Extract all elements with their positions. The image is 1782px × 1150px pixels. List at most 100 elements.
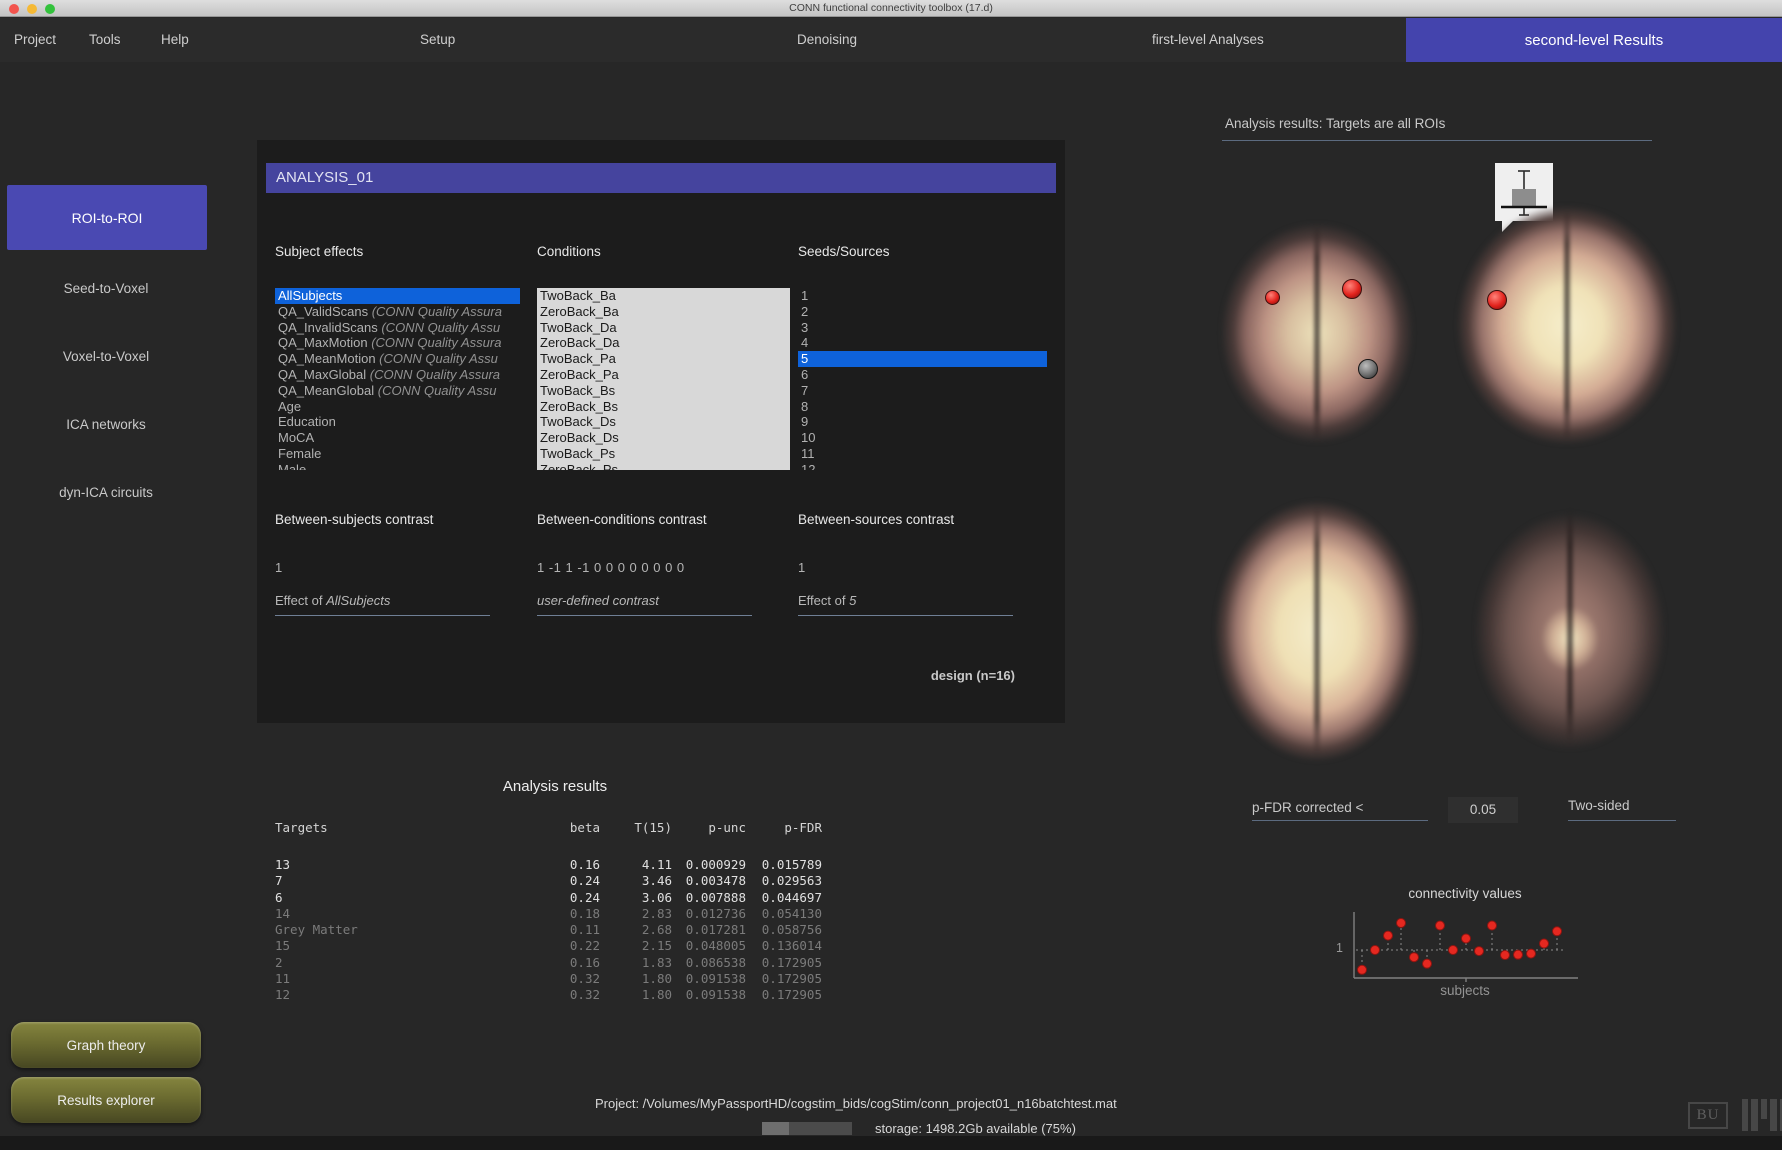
- list-item-source[interactable]: 2: [798, 304, 1047, 320]
- list-item-condition[interactable]: ZeroBack_Ps: [537, 462, 790, 470]
- subjects-contrast-selector[interactable]: Effect of AllSubjects: [275, 593, 490, 616]
- sidebar-item-seed-to-voxel[interactable]: Seed-to-Voxel: [0, 281, 212, 296]
- list-item-subject-effect[interactable]: QA_MeanGlobal (CONN Quality Assu: [275, 383, 520, 399]
- sidebar-item-roi-to-roi[interactable]: ROI-to-ROI: [7, 185, 207, 250]
- cell-p-unc: 0.003478: [672, 873, 746, 889]
- table-row[interactable]: 150.222.150.0480050.136014: [275, 938, 835, 954]
- tab-denoising[interactable]: Denoising: [797, 32, 857, 47]
- list-item-subject-effect[interactable]: Male: [275, 462, 520, 470]
- menu-project[interactable]: Project: [14, 32, 56, 47]
- between-sources-contrast-value[interactable]: 1: [798, 560, 806, 575]
- table-row[interactable]: 120.321.800.0915380.172905: [275, 987, 835, 1003]
- col-targets: Targets: [275, 820, 560, 835]
- data-point: [1358, 965, 1367, 974]
- table-row[interactable]: 110.321.800.0915380.172905: [275, 971, 835, 987]
- table-row[interactable]: 70.243.460.0034780.029563: [275, 873, 835, 889]
- cell-p-fdr: 0.029563: [746, 873, 822, 889]
- list-item-condition[interactable]: TwoBack_Ds: [537, 414, 790, 430]
- results-table-body[interactable]: 130.164.110.0009290.01578970.243.460.003…: [275, 857, 835, 1011]
- cell-target: 14: [275, 906, 560, 922]
- cell-t: 2.83: [600, 906, 672, 922]
- subject-effects-list[interactable]: AllSubjectsQA_ValidScans (CONN Quality A…: [275, 288, 520, 470]
- between-subjects-contrast-value[interactable]: 1: [275, 560, 283, 575]
- list-item-subject-effect[interactable]: Age: [275, 399, 520, 415]
- analysis-panel: ANALYSIS_01 Subject effects Conditions S…: [257, 140, 1065, 723]
- threshold-value-field[interactable]: 0.05: [1448, 797, 1518, 823]
- list-item-source[interactable]: 1: [798, 288, 1047, 304]
- table-row[interactable]: 140.182.830.0127360.054130: [275, 906, 835, 922]
- interhemispheric-fissure: [1315, 506, 1320, 756]
- list-item-condition[interactable]: TwoBack_Pa: [537, 351, 790, 367]
- tab-second-level-results[interactable]: second-level Results: [1406, 18, 1782, 62]
- list-item-subject-effect[interactable]: MoCA: [275, 430, 520, 446]
- cell-p-fdr: 0.172905: [746, 971, 822, 987]
- list-item-condition[interactable]: TwoBack_Ba: [537, 288, 790, 304]
- list-item-source[interactable]: 9: [798, 414, 1047, 430]
- list-item-source[interactable]: 10: [798, 430, 1047, 446]
- list-item-source[interactable]: 8: [798, 399, 1047, 415]
- list-item-subject-effect[interactable]: QA_MeanMotion (CONN Quality Assu: [275, 351, 520, 367]
- tab-first-level-analyses[interactable]: first-level Analyses: [1152, 32, 1264, 47]
- list-item-source[interactable]: 12: [798, 462, 1047, 470]
- list-item-condition[interactable]: ZeroBack_Bs: [537, 399, 790, 415]
- list-item-source[interactable]: 11: [798, 446, 1047, 462]
- between-conditions-contrast-value[interactable]: 1 -1 1 -1 0 0 0 0 0 0 0 0: [537, 560, 685, 575]
- cell-p-unc: 0.000929: [672, 857, 746, 873]
- conditions-contrast-selector[interactable]: user-defined contrast: [537, 593, 752, 616]
- list-item-source[interactable]: 5: [798, 351, 1047, 367]
- table-row[interactable]: 20.161.830.0865380.172905: [275, 955, 835, 971]
- list-item-note: (CONN Quality Assu: [374, 383, 496, 398]
- list-item-label: Education: [278, 414, 336, 429]
- list-item-subject-effect[interactable]: Female: [275, 446, 520, 462]
- cell-beta: 0.22: [560, 938, 600, 954]
- table-row[interactable]: Grey Matter0.112.680.0172810.058756: [275, 922, 835, 938]
- list-item-label: AllSubjects: [278, 288, 342, 303]
- cell-target: 7: [275, 873, 560, 889]
- list-item-subject-effect[interactable]: Education: [275, 414, 520, 430]
- roi-marker-red-large: [1342, 279, 1362, 299]
- list-item-label: QA_MeanMotion: [278, 351, 376, 366]
- list-item-condition[interactable]: TwoBack_Ps: [537, 446, 790, 462]
- data-point: [1488, 921, 1497, 930]
- menu-help[interactable]: Help: [161, 32, 189, 47]
- list-item-source[interactable]: 3: [798, 320, 1047, 336]
- table-row[interactable]: 60.243.060.0078880.044697: [275, 890, 835, 906]
- list-item-source[interactable]: 4: [798, 335, 1047, 351]
- sidebar-item-ica-networks[interactable]: ICA networks: [0, 417, 212, 432]
- list-item-source[interactable]: 7: [798, 383, 1047, 399]
- cell-p-fdr: 0.054130: [746, 906, 822, 922]
- list-item-subject-effect[interactable]: QA_MaxGlobal (CONN Quality Assura: [275, 367, 520, 383]
- design-button[interactable]: design (n=16): [931, 668, 1015, 683]
- conditions-list[interactable]: TwoBack_BaZeroBack_BaTwoBack_DaZeroBack_…: [537, 288, 790, 470]
- cell-p-unc: 0.048005: [672, 938, 746, 954]
- list-item-subject-effect[interactable]: AllSubjects: [275, 288, 520, 304]
- menu-tools[interactable]: Tools: [89, 32, 121, 47]
- cell-t: 1.80: [600, 971, 672, 987]
- list-item-condition[interactable]: ZeroBack_Pa: [537, 367, 790, 383]
- list-item-subject-effect[interactable]: QA_ValidScans (CONN Quality Assura: [275, 304, 520, 320]
- right-panel-header: Analysis results: Targets are all ROIs: [1225, 116, 1445, 131]
- tab-setup[interactable]: Setup: [420, 32, 455, 47]
- list-item-subject-effect[interactable]: QA_InvalidScans (CONN Quality Assu: [275, 320, 520, 336]
- sources-contrast-selector[interactable]: Effect of 5: [798, 593, 1013, 616]
- list-item-condition[interactable]: TwoBack_Bs: [537, 383, 790, 399]
- table-row[interactable]: 130.164.110.0009290.015789: [275, 857, 835, 873]
- list-item-condition[interactable]: ZeroBack_Ds: [537, 430, 790, 446]
- list-item-condition[interactable]: TwoBack_Da: [537, 320, 790, 336]
- cell-t: 2.68: [600, 922, 672, 938]
- sources-list[interactable]: 123456789101112: [798, 288, 1047, 470]
- list-item-condition[interactable]: ZeroBack_Da: [537, 335, 790, 351]
- threshold-type-dropdown[interactable]: p-FDR corrected <: [1252, 800, 1428, 821]
- sidebar-item-voxel-to-voxel[interactable]: Voxel-to-Voxel: [0, 349, 212, 364]
- cell-t: 4.11: [600, 857, 672, 873]
- list-item-source[interactable]: 6: [798, 367, 1047, 383]
- sidedness-dropdown[interactable]: Two-sided: [1568, 798, 1676, 821]
- list-item-subject-effect[interactable]: QA_MaxMotion (CONN Quality Assura: [275, 335, 520, 351]
- analysis-name-field[interactable]: ANALYSIS_01: [266, 163, 1056, 193]
- between-subjects-contrast-header: Between-subjects contrast: [275, 512, 433, 527]
- results-explorer-button[interactable]: Results explorer: [11, 1077, 201, 1123]
- interhemispheric-fissure: [1315, 225, 1320, 441]
- sidebar-item-dyn-ica-circuits[interactable]: dyn-ICA circuits: [0, 485, 212, 500]
- list-item-condition[interactable]: ZeroBack_Ba: [537, 304, 790, 320]
- graph-theory-button[interactable]: Graph theory: [11, 1022, 201, 1068]
